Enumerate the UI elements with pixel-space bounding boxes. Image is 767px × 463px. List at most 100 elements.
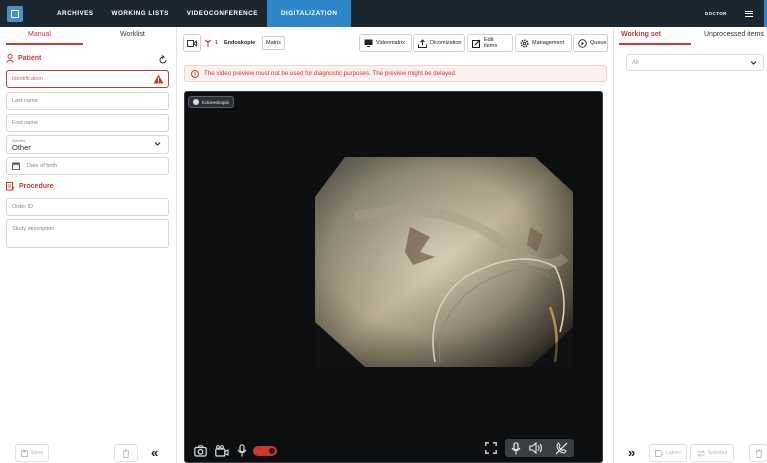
procedure-title-label: Procedure xyxy=(19,183,54,190)
order-id-placeholder: Order ID xyxy=(12,204,34,210)
videomatrix-label: Videomatrix xyxy=(376,40,405,46)
selected-button[interactable]: Selected xyxy=(690,444,734,462)
speaker-icon[interactable] xyxy=(529,442,543,454)
source-chip[interactable]: Koloneskopie xyxy=(188,96,235,108)
video-controls-left xyxy=(194,444,277,457)
filter-select[interactable]: All xyxy=(626,54,764,71)
matrix-tab[interactable]: Matrix xyxy=(262,36,285,50)
first-name-field[interactable]: First name xyxy=(6,114,169,132)
expand-panel-icon[interactable]: » xyxy=(628,445,635,460)
identification-field[interactable]: Identification xyxy=(6,70,169,88)
source-count: 1 xyxy=(215,40,219,46)
patient-title-label: Patient xyxy=(18,55,42,62)
date-of-birth-placeholder: Date of birth xyxy=(27,163,57,169)
filter-value: All xyxy=(632,59,639,66)
gender-select[interactable]: Gender Other xyxy=(6,135,169,154)
procedure-section-title: Procedure xyxy=(6,182,54,191)
study-description-placeholder: Study description xyxy=(12,226,55,232)
source-selector[interactable]: 1 xyxy=(204,36,218,50)
play-circle-icon xyxy=(578,38,587,48)
tab-underline xyxy=(619,43,691,45)
videomatrix-button[interactable]: Videomatrix xyxy=(359,34,412,52)
signal-icon xyxy=(204,39,212,47)
record-dot-icon xyxy=(193,99,199,105)
save-label: Save xyxy=(30,450,44,456)
date-of-birth-field[interactable]: Date of birth xyxy=(6,157,169,175)
management-button[interactable]: Management xyxy=(515,34,572,52)
source-label: Endoskopie xyxy=(224,40,256,46)
user-name[interactable]: DOCTOR xyxy=(705,0,727,27)
tab-worklist[interactable]: Worklist xyxy=(120,31,145,38)
video-camera-icon[interactable] xyxy=(215,444,229,457)
tab-working-set[interactable]: Working set xyxy=(621,31,661,38)
edit-icon xyxy=(472,39,481,48)
calendar-icon xyxy=(12,162,20,170)
info-alert-icon xyxy=(191,69,199,78)
selected-button-label: Selected xyxy=(707,450,728,456)
upload-icon xyxy=(418,38,427,48)
order-id-field[interactable]: Order ID xyxy=(6,198,169,216)
chevron-down-icon xyxy=(154,142,161,146)
endoscopy-frame xyxy=(315,157,573,367)
working-set-panel: Working set Unprocessed items All » Labe… xyxy=(613,27,767,463)
hangup-icon[interactable] xyxy=(555,441,568,455)
record-toggle[interactable] xyxy=(253,445,277,456)
delete-button[interactable] xyxy=(114,444,138,462)
patient-panel: Manual Worklist Patient Identification L… xyxy=(0,27,177,463)
queue-label: Queue xyxy=(590,40,607,46)
app-logo-icon[interactable] xyxy=(7,5,23,22)
dicomization-button[interactable]: Dicomization xyxy=(413,34,465,52)
chevron-down-icon xyxy=(750,61,757,65)
labels-button[interactable]: Labels xyxy=(649,444,687,462)
patient-section-title: Patient xyxy=(6,54,41,63)
refresh-icon[interactable] xyxy=(158,55,168,65)
management-label: Management xyxy=(532,40,565,46)
nav-tab-working-lists[interactable]: WORKING LISTS xyxy=(103,0,178,27)
transfer-icon xyxy=(696,449,705,457)
hamburger-menu-icon[interactable] xyxy=(745,11,753,17)
warning-icon xyxy=(153,74,164,84)
tab-underline xyxy=(6,43,83,45)
person-icon xyxy=(6,54,14,63)
edit-items-button[interactable]: Edit items xyxy=(467,34,513,52)
source-chip-label: Koloneskopie xyxy=(202,99,230,105)
digitalization-main: 1 Endoskopie Matrix Videomatrix Dicomiza… xyxy=(178,27,613,463)
nav-tab-videoconference[interactable]: VIDEOCONFERENCE xyxy=(178,0,267,27)
nav-tab-digitalization[interactable]: DIGITALIZATION xyxy=(266,0,352,27)
trash-icon xyxy=(123,449,129,458)
edit-items-label: Edit items xyxy=(484,37,498,49)
monitor-icon xyxy=(364,39,373,47)
identification-placeholder: Identification xyxy=(12,76,43,82)
tab-unprocessed-items[interactable]: Unprocessed items xyxy=(704,31,764,38)
audio-controls-group xyxy=(505,439,574,457)
video-source-button[interactable] xyxy=(183,34,201,52)
top-navigation-bar: ARCHIVES WORKING LISTS VIDEOCONFERENCE D… xyxy=(0,0,767,27)
camera-icon[interactable] xyxy=(194,444,207,457)
source-endoskopie-tab[interactable]: Endoskopie xyxy=(224,36,255,50)
queue-button[interactable]: Queue xyxy=(573,34,608,52)
trash-icon xyxy=(755,449,762,458)
gender-value: Other xyxy=(12,143,31,152)
delete-selected-button[interactable] xyxy=(749,444,767,462)
save-icon xyxy=(20,449,28,457)
microphone-icon[interactable] xyxy=(237,444,247,457)
label-icon xyxy=(655,449,664,457)
microphone-icon[interactable] xyxy=(511,441,521,455)
tab-manual[interactable]: Manual xyxy=(28,31,51,38)
video-controls-right xyxy=(485,439,574,457)
save-button[interactable]: Save xyxy=(15,444,49,462)
diagnostic-warning-alert: The video preview must not be used for d… xyxy=(184,65,607,82)
last-name-field[interactable]: Last name xyxy=(6,92,169,110)
first-name-placeholder: First name xyxy=(12,120,38,126)
gear-icon xyxy=(520,38,529,48)
labels-button-label: Labels xyxy=(666,450,681,456)
nav-tab-archives[interactable]: ARCHIVES xyxy=(48,0,103,27)
study-description-field[interactable]: Study description xyxy=(6,219,169,248)
fullscreen-icon[interactable] xyxy=(485,442,497,454)
collapse-panel-icon[interactable]: « xyxy=(151,445,158,460)
alert-text: The video preview must not be used for d… xyxy=(204,70,457,77)
matrix-label: Matrix xyxy=(266,40,281,46)
video-camera-icon xyxy=(187,39,197,47)
video-preview[interactable]: Koloneskopie xyxy=(184,91,603,463)
dicomization-label: Dicomization xyxy=(430,40,462,46)
